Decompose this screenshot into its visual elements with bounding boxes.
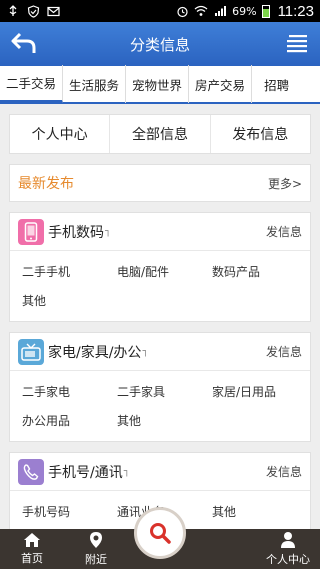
tab-second-hand[interactable]: 二手交易 xyxy=(0,65,64,103)
battery-percent: 69% xyxy=(232,4,257,18)
post-info-button[interactable]: 发信息 xyxy=(266,463,302,480)
nav-profile[interactable]: 个人中心 xyxy=(256,529,320,569)
nav-home[interactable]: 首页 xyxy=(0,529,64,569)
status-bar: 69% 11:23 xyxy=(0,0,320,22)
personal-center-link[interactable]: 个人中心 xyxy=(10,115,111,153)
category-item[interactable]: 办公用品 xyxy=(22,406,117,435)
category-card: 家电/家具/办公 ┐ 发信息 二手家电 二手家具 家居/日用品 办公用品 其他 xyxy=(9,332,311,442)
tab-pets[interactable]: 宠物世界 xyxy=(126,65,190,103)
category-header[interactable]: 手机数码 ┐ 发信息 xyxy=(10,213,310,251)
category-title: 家电/家具/办公 xyxy=(48,344,142,361)
mail-icon xyxy=(46,4,60,18)
user-icon xyxy=(281,532,295,548)
location-pin-icon xyxy=(90,532,102,548)
wifi-icon xyxy=(194,4,208,18)
category-item[interactable]: 家居/日用品 xyxy=(212,377,307,406)
nav-nearby-label: 附近 xyxy=(85,553,107,566)
page-title: 分类信息 xyxy=(129,35,190,54)
home-icon xyxy=(24,533,40,547)
category-items: 二手手机 电脑/配件 数码产品 其他 xyxy=(10,251,310,321)
category-items: 二手家电 二手家具 家居/日用品 办公用品 其他 xyxy=(10,371,310,441)
main-content: 个人中心 全部信息 发布信息 最新发布 更多> 手机数码 ┐ 发信息 二手手机 … xyxy=(0,106,320,529)
category-tabs: 二手交易 生活服务 宠物世界 房产交易 招聘 xyxy=(0,65,320,104)
nav-profile-label: 个人中心 xyxy=(266,553,310,566)
all-info-link[interactable]: 全部信息 xyxy=(110,115,211,153)
category-title-mark: ┐ xyxy=(105,226,112,237)
tab-life-services[interactable]: 生活服务 xyxy=(63,65,127,103)
app-header: 分类信息 xyxy=(0,22,320,66)
category-header[interactable]: 手机号/通讯 ┐ 发信息 xyxy=(10,453,310,491)
category-card: 手机数码 ┐ 发信息 二手手机 电脑/配件 数码产品 其他 xyxy=(9,212,311,322)
phone-icon xyxy=(18,218,44,245)
post-info-link[interactable]: 发布信息 xyxy=(211,115,310,153)
category-header[interactable]: 家电/家具/办公 ┐ 发信息 xyxy=(10,333,310,371)
category-title: 手机号/通讯 xyxy=(48,464,123,481)
nav-home-label: 首页 xyxy=(21,552,43,565)
menu-icon[interactable] xyxy=(286,34,308,54)
category-item[interactable]: 手机号码 xyxy=(22,497,117,526)
alarm-icon xyxy=(175,4,189,18)
latest-posts-label: 最新发布 xyxy=(18,176,74,192)
category-item[interactable]: 其他 xyxy=(22,286,117,315)
tv-icon xyxy=(18,338,44,365)
usb-icon xyxy=(6,4,20,18)
back-arrow-icon[interactable] xyxy=(10,31,38,57)
search-button[interactable] xyxy=(134,507,186,559)
category-item[interactable]: 电脑/配件 xyxy=(117,257,212,286)
bottom-nav: 首页 附近 个人中心 xyxy=(0,507,320,569)
more-link[interactable]: 更多> xyxy=(268,175,302,192)
nav-search xyxy=(128,507,192,569)
category-item[interactable]: 二手手机 xyxy=(22,257,117,286)
phone-handset-icon xyxy=(18,458,44,485)
signal-icon xyxy=(213,4,227,18)
category-title-mark: ┐ xyxy=(142,346,149,357)
clock: 11:23 xyxy=(277,2,314,20)
category-title: 手机数码 xyxy=(48,224,104,241)
tab-jobs[interactable]: 招聘 xyxy=(252,65,295,103)
post-info-button[interactable]: 发信息 xyxy=(266,343,302,360)
nav-nearby[interactable]: 附近 xyxy=(64,529,128,569)
nav-placeholder xyxy=(192,529,256,569)
latest-posts-bar: 最新发布 更多> xyxy=(9,164,311,202)
tab-real-estate[interactable]: 房产交易 xyxy=(189,65,253,103)
quick-links: 个人中心 全部信息 发布信息 xyxy=(9,114,311,154)
category-item[interactable]: 二手家具 xyxy=(117,377,212,406)
category-item[interactable]: 二手家电 xyxy=(22,377,117,406)
category-item[interactable]: 其他 xyxy=(212,497,307,526)
shield-check-icon xyxy=(26,4,40,18)
category-item[interactable]: 数码产品 xyxy=(212,257,307,286)
category-item[interactable]: 其他 xyxy=(117,406,212,435)
search-fab-inner xyxy=(140,513,180,553)
battery-icon xyxy=(261,4,270,18)
search-icon xyxy=(150,523,171,544)
category-title-mark: ┐ xyxy=(123,466,130,477)
post-info-button[interactable]: 发信息 xyxy=(266,223,302,240)
